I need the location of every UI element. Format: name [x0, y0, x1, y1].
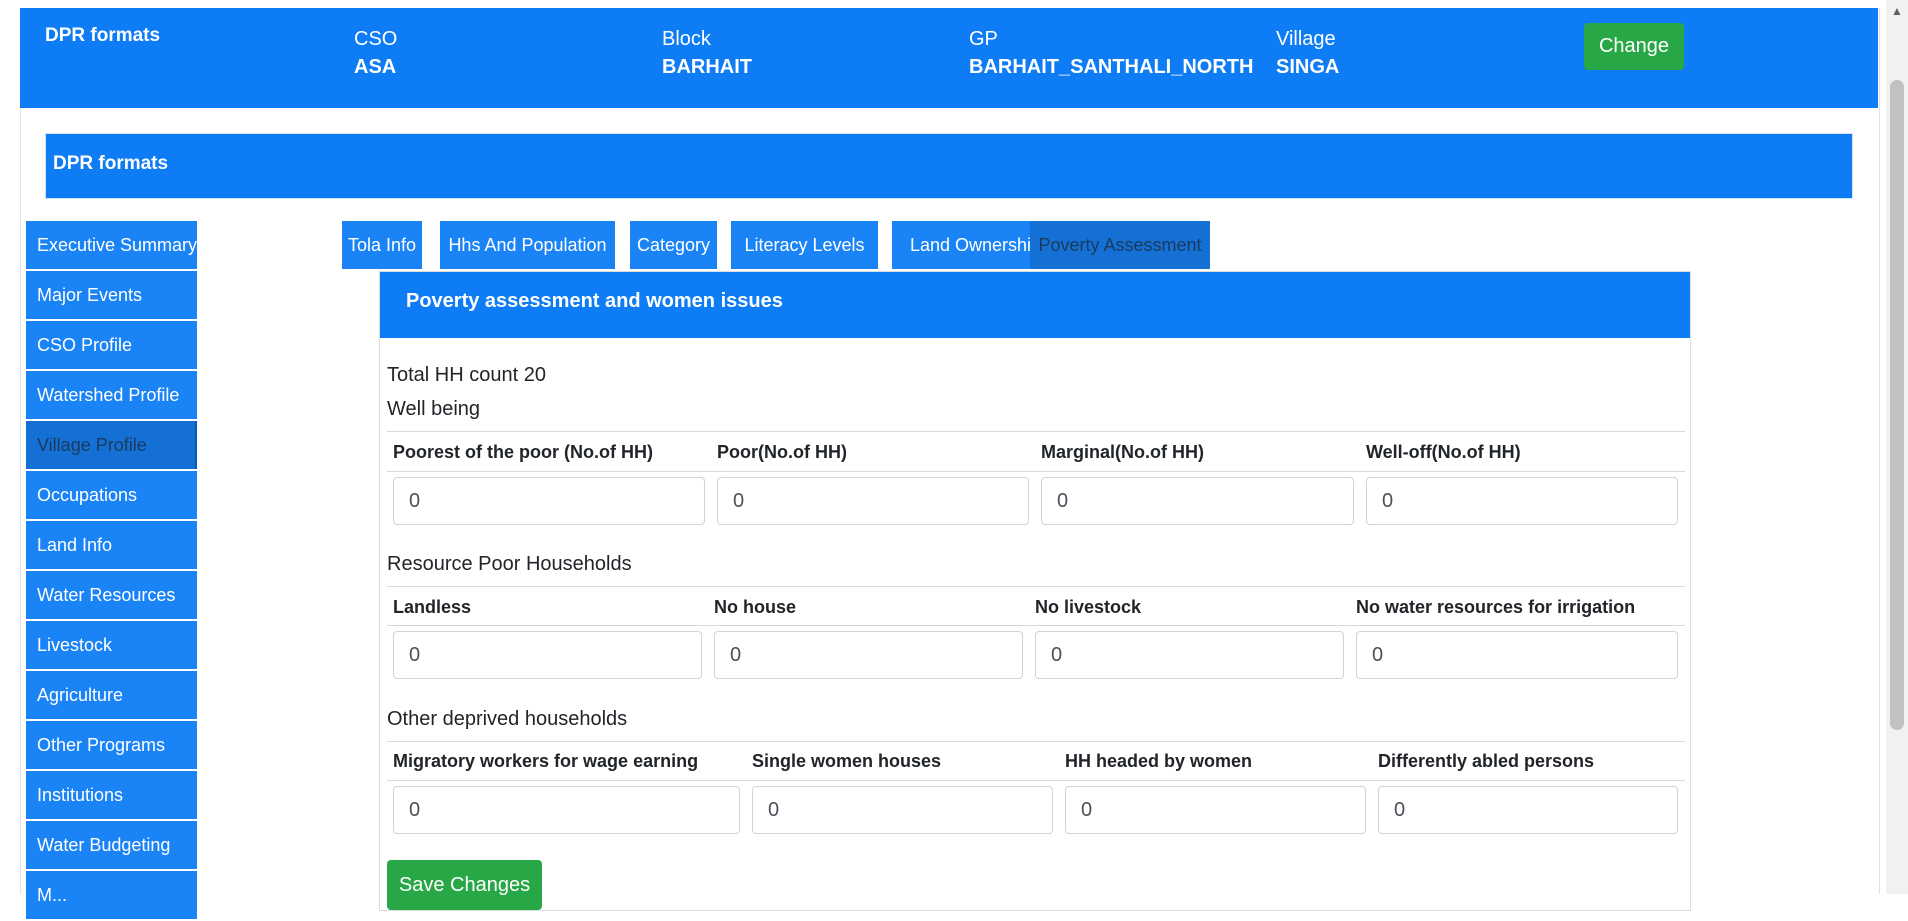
col-differently-abled: Differently abled persons — [1378, 751, 1595, 771]
village-label: Village — [1276, 28, 1336, 50]
poverty-assessment-card: Poverty assessment and women issues Tota… — [379, 271, 1691, 911]
sidebar-item-agriculture[interactable]: Agriculture — [26, 671, 197, 719]
col-no-water-resources: No water resources for irrigation — [1356, 597, 1636, 617]
gp-info: GP BARHAIT_SANTHALI_NORTH — [969, 26, 1253, 82]
poor-input[interactable] — [717, 477, 1029, 525]
no-house-input[interactable] — [714, 631, 1023, 679]
sidebar: Executive Summary Major Events CSO Profi… — [26, 221, 197, 921]
vertical-scrollbar[interactable]: ▲ — [1886, 0, 1908, 894]
block-info: Block BARHAIT — [662, 26, 752, 82]
landless-input[interactable] — [393, 631, 702, 679]
sidebar-item-occupations[interactable]: Occupations — [26, 471, 197, 519]
sidebar-item-executive-summary[interactable]: Executive Summary — [26, 221, 197, 269]
tab-hhs-and-population[interactable]: Hhs And Population — [440, 221, 615, 269]
resource-poor-heading: Resource Poor Households — [387, 553, 632, 575]
divider — [387, 625, 1685, 626]
col-marginal: Marginal(No.of HH) — [1041, 442, 1204, 462]
village-value: SINGA — [1276, 56, 1340, 78]
well-off-input[interactable] — [1366, 477, 1678, 525]
poorest-of-poor-input[interactable] — [393, 477, 705, 525]
cso-value: ASA — [354, 56, 397, 78]
card-title: Poverty assessment and women issues — [406, 290, 783, 312]
col-poorest-of-poor: Poorest of the poor (No.of HH) — [393, 442, 653, 462]
save-changes-button[interactable]: Save Changes — [387, 860, 542, 910]
section-header: DPR formats — [45, 133, 1853, 199]
card-header: Poverty assessment and women issues — [380, 272, 1690, 338]
section-title: DPR formats — [53, 153, 169, 174]
col-migratory-workers: Migratory workers for wage earning — [393, 751, 699, 771]
col-well-off: Well-off(No.of HH) — [1366, 442, 1521, 462]
cso-label: CSO — [354, 28, 398, 50]
hh-headed-by-women-input[interactable] — [1065, 786, 1366, 834]
gp-label: GP — [969, 28, 998, 50]
divider — [387, 471, 1685, 472]
single-women-houses-input[interactable] — [752, 786, 1053, 834]
block-label: Block — [662, 28, 711, 50]
sidebar-item-water-resources[interactable]: Water Resources — [26, 571, 197, 619]
marginal-input[interactable] — [1041, 477, 1354, 525]
sidebar-item-livestock[interactable]: Livestock — [26, 621, 197, 669]
tab-category[interactable]: Category — [630, 221, 717, 269]
change-button[interactable]: Change — [1584, 23, 1684, 70]
total-hh-count: Total HH count 20 — [387, 364, 546, 386]
sidebar-item-land-info[interactable]: Land Info — [26, 521, 197, 569]
sidebar-item-village-profile[interactable]: Village Profile — [26, 421, 197, 469]
block-value: BARHAIT — [662, 56, 752, 78]
divider — [387, 780, 1685, 781]
scroll-thumb[interactable] — [1890, 80, 1904, 730]
sidebar-item-cso-profile[interactable]: CSO Profile — [26, 321, 197, 369]
sidebar-item-institutions[interactable]: Institutions — [26, 771, 197, 819]
top-header: DPR formats CSO ASA Block BARHAIT GP BAR… — [20, 8, 1878, 108]
col-landless: Landless — [393, 597, 472, 617]
col-single-women-houses: Single women houses — [752, 751, 942, 771]
differently-abled-input[interactable] — [1378, 786, 1678, 834]
col-no-livestock: No livestock — [1035, 597, 1142, 617]
sidebar-item-water-budgeting[interactable]: Water Budgeting — [26, 821, 197, 869]
cso-info: CSO ASA — [354, 26, 397, 82]
no-water-resources-input[interactable] — [1356, 631, 1678, 679]
divider — [387, 741, 1685, 742]
col-no-house: No house — [714, 597, 797, 617]
col-poor: Poor(No.of HH) — [717, 442, 847, 462]
sidebar-item-major-events[interactable]: Major Events — [26, 271, 197, 319]
tab-literacy-levels[interactable]: Literacy Levels — [731, 221, 878, 269]
brand-title: DPR formats — [45, 25, 161, 46]
tab-tola-info[interactable]: Tola Info — [342, 221, 422, 269]
divider — [387, 586, 1685, 587]
gp-value: BARHAIT_SANTHALI_NORTH — [969, 56, 1254, 78]
no-livestock-input[interactable] — [1035, 631, 1344, 679]
village-info: Village SINGA — [1276, 26, 1339, 82]
tab-poverty-assessment[interactable]: Poverty Assessment — [1030, 221, 1210, 269]
migratory-workers-input[interactable] — [393, 786, 740, 834]
sidebar-item-more[interactable]: M... — [26, 871, 197, 919]
sidebar-item-other-programs[interactable]: Other Programs — [26, 721, 197, 769]
other-deprived-heading: Other deprived households — [387, 708, 628, 730]
scroll-up-arrow-icon[interactable]: ▲ — [1886, 0, 1908, 22]
sidebar-item-watershed-profile[interactable]: Watershed Profile — [26, 371, 197, 419]
well-being-heading: Well being — [387, 398, 481, 420]
divider — [387, 431, 1685, 432]
col-hh-headed-by-women: HH headed by women — [1065, 751, 1253, 771]
